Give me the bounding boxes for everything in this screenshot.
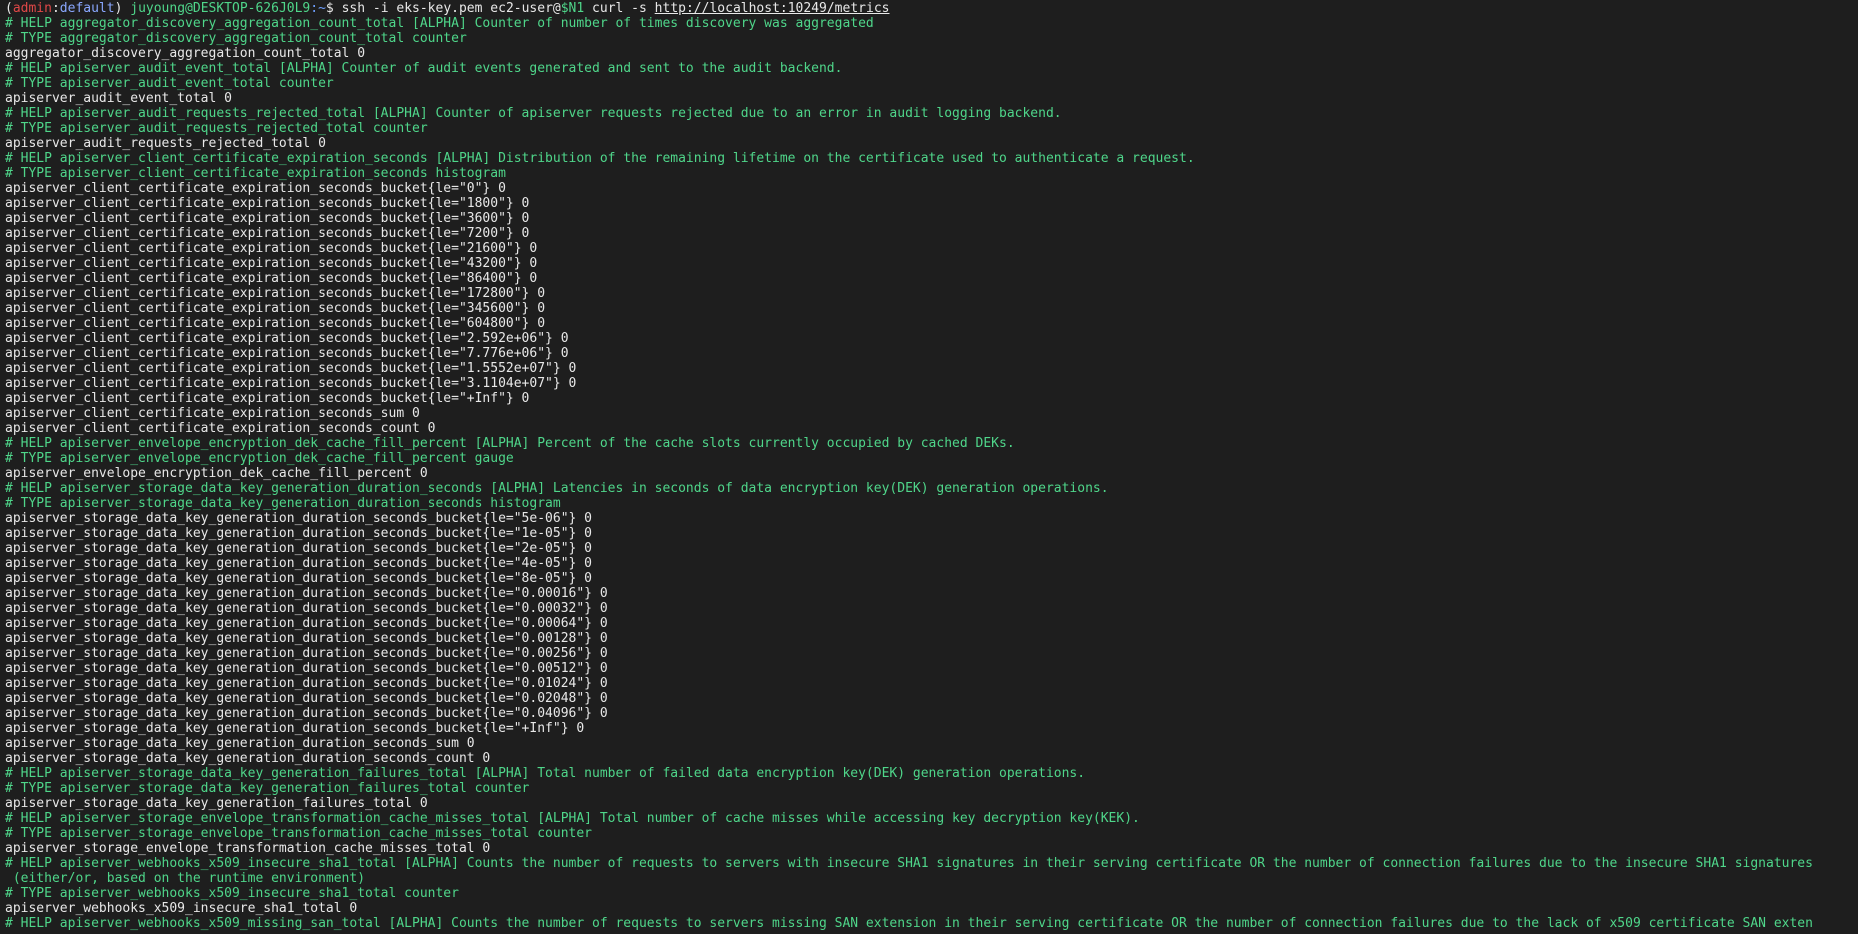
metric-line: apiserver_client_certificate_expiration_… (5, 406, 420, 421)
help-comment-line: # HELP apiserver_storage_envelope_transf… (5, 811, 1140, 826)
metric-line: apiserver_storage_envelope_transformatio… (5, 841, 491, 856)
shell-prompt: (admin:default) juyoung@DESKTOP-626J0L9:… (5, 1, 1858, 16)
metric-line: apiserver_storage_data_key_generation_du… (5, 691, 608, 706)
type-comment-line: # TYPE apiserver_audit_requests_rejected… (5, 121, 428, 136)
type-comment-line: # TYPE apiserver_envelope_encryption_dek… (5, 451, 514, 466)
type-comment-line: # TYPE apiserver_client_certificate_expi… (5, 166, 506, 181)
help-comment-line: # HELP apiserver_webhooks_x509_missing_s… (5, 916, 1813, 931)
help-comment-line: (either/or, based on the runtime environ… (5, 871, 366, 886)
metric-line: apiserver_storage_data_key_generation_du… (5, 721, 585, 736)
type-comment-line: # TYPE aggregator_discovery_aggregation_… (5, 31, 467, 46)
help-comment-line: # HELP apiserver_storage_data_key_genera… (5, 766, 1086, 781)
metric-line: apiserver_storage_data_key_generation_du… (5, 571, 592, 586)
metric-line: apiserver_client_certificate_expiration_… (5, 241, 538, 256)
metric-line: apiserver_audit_requests_rejected_total … (5, 136, 326, 151)
metric-line: apiserver_storage_data_key_generation_du… (5, 601, 608, 616)
metric-line: aggregator_discovery_aggregation_count_t… (5, 46, 366, 61)
help-comment-line: # HELP aggregator_discovery_aggregation_… (5, 16, 874, 31)
prompt-user-host: juyoung@DESKTOP-626J0L9 (122, 1, 311, 16)
metric-line: apiserver_client_certificate_expiration_… (5, 181, 506, 196)
metric-line: apiserver_client_certificate_expiration_… (5, 256, 538, 271)
metric-line: apiserver_storage_data_key_generation_du… (5, 631, 608, 646)
metric-line: apiserver_client_certificate_expiration_… (5, 286, 546, 301)
metric-line: apiserver_storage_data_key_generation_du… (5, 736, 475, 751)
command-text: ssh -i eks-key.pem ec2-user@ (341, 1, 561, 16)
metric-line: apiserver_client_certificate_expiration_… (5, 331, 569, 346)
metric-line: apiserver_storage_data_key_generation_du… (5, 646, 608, 661)
type-comment-line: # TYPE apiserver_storage_data_key_genera… (5, 781, 530, 796)
metric-line: apiserver_storage_data_key_generation_du… (5, 541, 592, 556)
help-comment-line: # HELP apiserver_storage_data_key_genera… (5, 481, 1109, 496)
command-text-2: curl -s (584, 1, 655, 16)
metric-line: apiserver_audit_event_total 0 (5, 91, 232, 106)
metric-line: apiserver_storage_data_key_generation_fa… (5, 796, 428, 811)
terminal-window[interactable]: (admin:default) juyoung@DESKTOP-626J0L9:… (0, 0, 1858, 934)
command-url-link[interactable]: http://localhost:10249/metrics (655, 1, 890, 16)
type-comment-line: # TYPE apiserver_storage_data_key_genera… (5, 496, 561, 511)
metric-line: apiserver_envelope_encryption_dek_cache_… (5, 466, 428, 481)
metric-line: apiserver_storage_data_key_generation_du… (5, 586, 608, 601)
help-comment-line: # HELP apiserver_envelope_encryption_dek… (5, 436, 1015, 451)
metric-line: apiserver_client_certificate_expiration_… (5, 226, 530, 241)
metric-line: apiserver_storage_data_key_generation_du… (5, 556, 592, 571)
prompt-separator: : (51, 1, 60, 16)
prompt-env: admin (12, 1, 52, 16)
metric-line: apiserver_client_certificate_expiration_… (5, 391, 530, 406)
prompt-context: default (59, 1, 115, 16)
metric-line: apiserver_client_certificate_expiration_… (5, 316, 546, 331)
type-comment-line: # TYPE apiserver_storage_envelope_transf… (5, 826, 592, 841)
help-comment-line: # HELP apiserver_audit_event_total [ALPH… (5, 61, 843, 76)
metric-line: apiserver_storage_data_key_generation_du… (5, 706, 608, 721)
metric-line: apiserver_client_certificate_expiration_… (5, 361, 577, 376)
prompt-open-paren: ( (5, 1, 13, 16)
help-comment-line: # HELP apiserver_client_certificate_expi… (5, 151, 1195, 166)
metric-line: apiserver_storage_data_key_generation_du… (5, 676, 608, 691)
prompt-path: :~ (310, 1, 326, 16)
type-comment-line: # TYPE apiserver_webhooks_x509_insecure_… (5, 886, 459, 901)
metric-line: apiserver_webhooks_x509_insecure_sha1_to… (5, 901, 358, 916)
command-variable: $N1 (560, 1, 585, 16)
metric-line: apiserver_client_certificate_expiration_… (5, 211, 530, 226)
metric-line: apiserver_storage_data_key_generation_du… (5, 751, 491, 766)
metric-line: apiserver_client_certificate_expiration_… (5, 346, 569, 361)
metric-line: apiserver_client_certificate_expiration_… (5, 196, 530, 211)
metric-line: apiserver_client_certificate_expiration_… (5, 271, 538, 286)
metric-line: apiserver_storage_data_key_generation_du… (5, 526, 592, 541)
metric-line: apiserver_storage_data_key_generation_du… (5, 511, 592, 526)
metric-line: apiserver_storage_data_key_generation_du… (5, 661, 608, 676)
metric-line: apiserver_client_certificate_expiration_… (5, 301, 546, 316)
help-comment-line: # HELP apiserver_webhooks_x509_insecure_… (5, 856, 1813, 871)
help-comment-line: # HELP apiserver_audit_requests_rejected… (5, 106, 1062, 121)
terminal-output: # HELP aggregator_discovery_aggregation_… (5, 16, 1858, 931)
type-comment-line: # TYPE apiserver_audit_event_total count… (5, 76, 334, 91)
metric-line: apiserver_client_certificate_expiration_… (5, 376, 577, 391)
prompt-dollar: $ (325, 1, 342, 16)
metric-line: apiserver_client_certificate_expiration_… (5, 421, 436, 436)
metric-line: apiserver_storage_data_key_generation_du… (5, 616, 608, 631)
